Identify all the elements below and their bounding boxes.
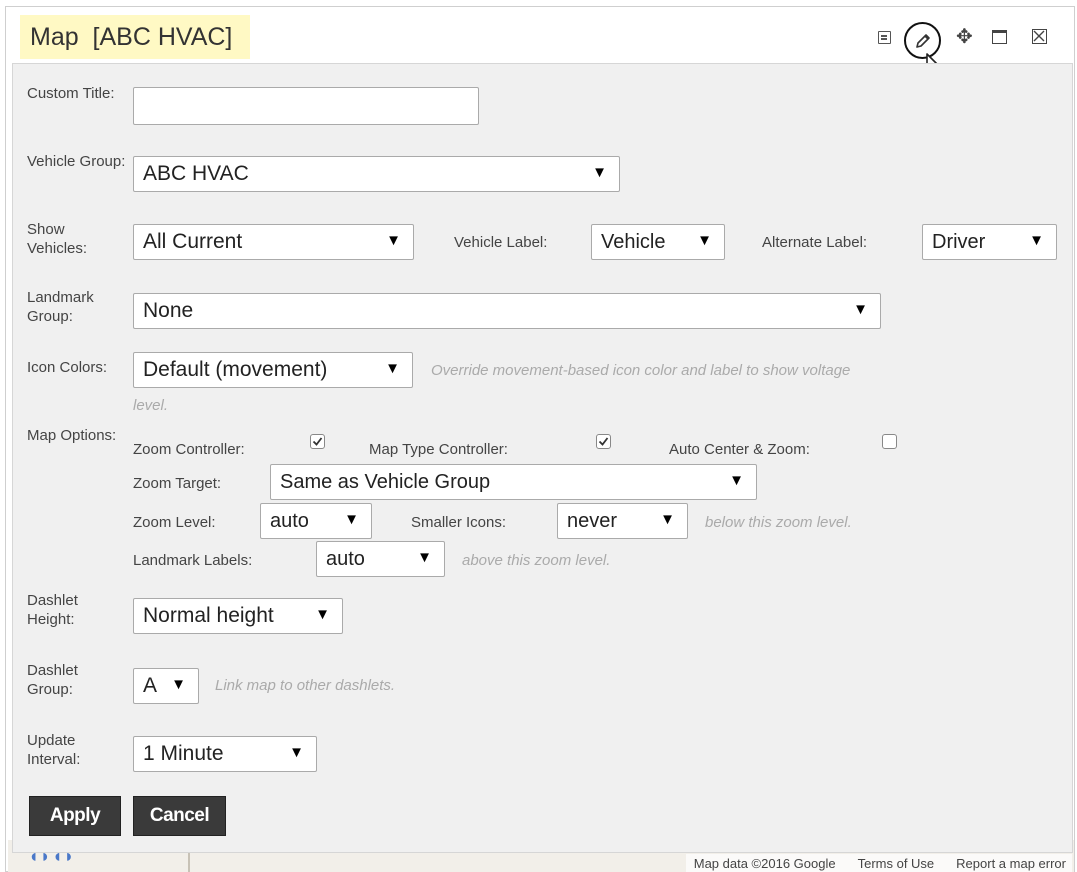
landmark-labels-label: Landmark Labels: (133, 552, 253, 569)
smaller-icons-hint: below this zoom level. (705, 514, 852, 531)
move-icon[interactable]: ✥ (956, 27, 973, 47)
zoom-controller-checkbox[interactable] (310, 434, 325, 449)
copy-icon[interactable] (878, 31, 891, 44)
apply-button[interactable]: Apply (29, 796, 121, 836)
map-type-controller-checkbox[interactable] (596, 434, 611, 449)
chevron-down-icon: ▼ (289, 744, 304, 761)
chevron-down-icon: ▼ (171, 676, 186, 693)
landmark-group-select[interactable]: None ▼ (133, 293, 881, 329)
dashlet-title: Map [ABC HVAC] (30, 22, 233, 51)
vehicle-group-select[interactable]: ABC HVAC ▼ (133, 156, 620, 192)
show-vehicles-label: Show Vehicles: (27, 221, 88, 257)
chevron-down-icon: ▼ (853, 301, 868, 318)
chevron-down-icon: ▼ (660, 511, 675, 528)
vehicle-label-select[interactable]: Vehicle ▼ (591, 224, 725, 260)
window-toolbar: ✥ (874, 22, 1074, 62)
custom-title-input[interactable] (133, 87, 479, 125)
dashlet-group-value: A (143, 674, 158, 697)
zoom-level-select[interactable]: auto ▼ (260, 503, 372, 539)
map-options-label: Map Options: (27, 427, 117, 444)
alternate-label-value: Driver (932, 230, 986, 253)
vehicle-group-value: ABC HVAC (143, 162, 249, 185)
icon-colors-hint-continued: level. (133, 397, 169, 414)
dashlet-title-bar: Map [ABC HVAC] (20, 15, 251, 59)
chevron-down-icon: ▼ (697, 232, 712, 249)
chevron-down-icon: ▼ (1029, 232, 1044, 249)
dashlet-height-value: Normal height (143, 604, 274, 627)
icon-colors-label: Icon Colors: (27, 359, 108, 376)
landmark-group-value: None (143, 299, 194, 322)
dashlet-height-label: Dashlet Height: (27, 592, 78, 628)
chevron-down-icon: ▼ (729, 472, 744, 489)
icon-colors-value: Default (movement) (143, 358, 328, 381)
update-interval-label: Update Interval: (27, 732, 81, 768)
edit-settings-panel: Custom Title: Vehicle Group: ABC HVAC ▼ … (12, 63, 1073, 853)
update-interval-select[interactable]: 1 Minute ▼ (133, 736, 317, 772)
custom-title-label: Custom Title: (27, 85, 115, 102)
auto-center-zoom-checkbox[interactable] (882, 434, 897, 449)
chevron-down-icon: ▼ (344, 511, 359, 528)
auto-center-zoom-label: Auto Center & Zoom: (669, 441, 810, 458)
vehicle-label-label: Vehicle Label: (454, 234, 548, 251)
zoom-level-label: Zoom Level: (133, 514, 216, 531)
map-footer: Map data ©2016 Google Terms of Use Repor… (685, 854, 1072, 872)
show-vehicles-select[interactable]: All Current ▼ (133, 224, 414, 260)
icon-colors-select[interactable]: Default (movement) ▼ (133, 352, 413, 388)
close-icon[interactable] (1032, 29, 1047, 44)
zoom-target-label: Zoom Target: (133, 475, 222, 492)
smaller-icons-label: Smaller Icons: (411, 514, 507, 531)
map-data-text: Map data ©2016 Google (693, 856, 836, 871)
zoom-controller-label: Zoom Controller: (133, 441, 245, 458)
zoom-target-select[interactable]: Same as Vehicle Group ▼ (270, 464, 757, 500)
vehicle-group-label: Vehicle Group: (27, 153, 126, 170)
alternate-label-label: Alternate Label: (762, 234, 868, 251)
zoom-level-value: auto (270, 509, 309, 532)
dashlet-group-select[interactable]: A ▼ (133, 668, 199, 704)
dashlet-group-hint: Link map to other dashlets. (215, 677, 396, 694)
cancel-button[interactable]: Cancel (133, 796, 226, 836)
map-type-controller-label: Map Type Controller: (369, 441, 508, 458)
icon-colors-hint: Override movement-based icon color and l… (431, 362, 851, 379)
smaller-icons-value: never (567, 509, 618, 532)
dashlet-group-label: Dashlet Group: (27, 662, 78, 698)
alternate-label-select[interactable]: Driver ▼ (922, 224, 1057, 260)
dashlet-height-select[interactable]: Normal height ▼ (133, 598, 343, 634)
landmark-labels-select[interactable]: auto ▼ (316, 541, 445, 577)
landmark-group-label: Landmark Group: (27, 289, 94, 325)
chevron-down-icon: ▼ (417, 549, 432, 566)
landmark-labels-value: auto (326, 547, 365, 570)
maximize-icon[interactable] (992, 30, 1007, 44)
chevron-down-icon: ▼ (386, 232, 401, 249)
show-vehicles-value: All Current (143, 230, 243, 253)
chevron-down-icon: ▼ (315, 606, 330, 623)
update-interval-value: 1 Minute (143, 742, 224, 765)
chevron-down-icon: ▼ (592, 164, 607, 181)
vehicle-label-value: Vehicle (601, 230, 666, 253)
terms-link[interactable]: Terms of Use (858, 856, 935, 872)
chevron-down-icon: ▼ (385, 360, 400, 377)
report-map-error-link[interactable]: Report a map error (956, 856, 1066, 872)
zoom-target-value: Same as Vehicle Group (280, 470, 491, 493)
landmark-labels-hint: above this zoom level. (462, 552, 611, 569)
smaller-icons-select[interactable]: never ▼ (557, 503, 688, 539)
